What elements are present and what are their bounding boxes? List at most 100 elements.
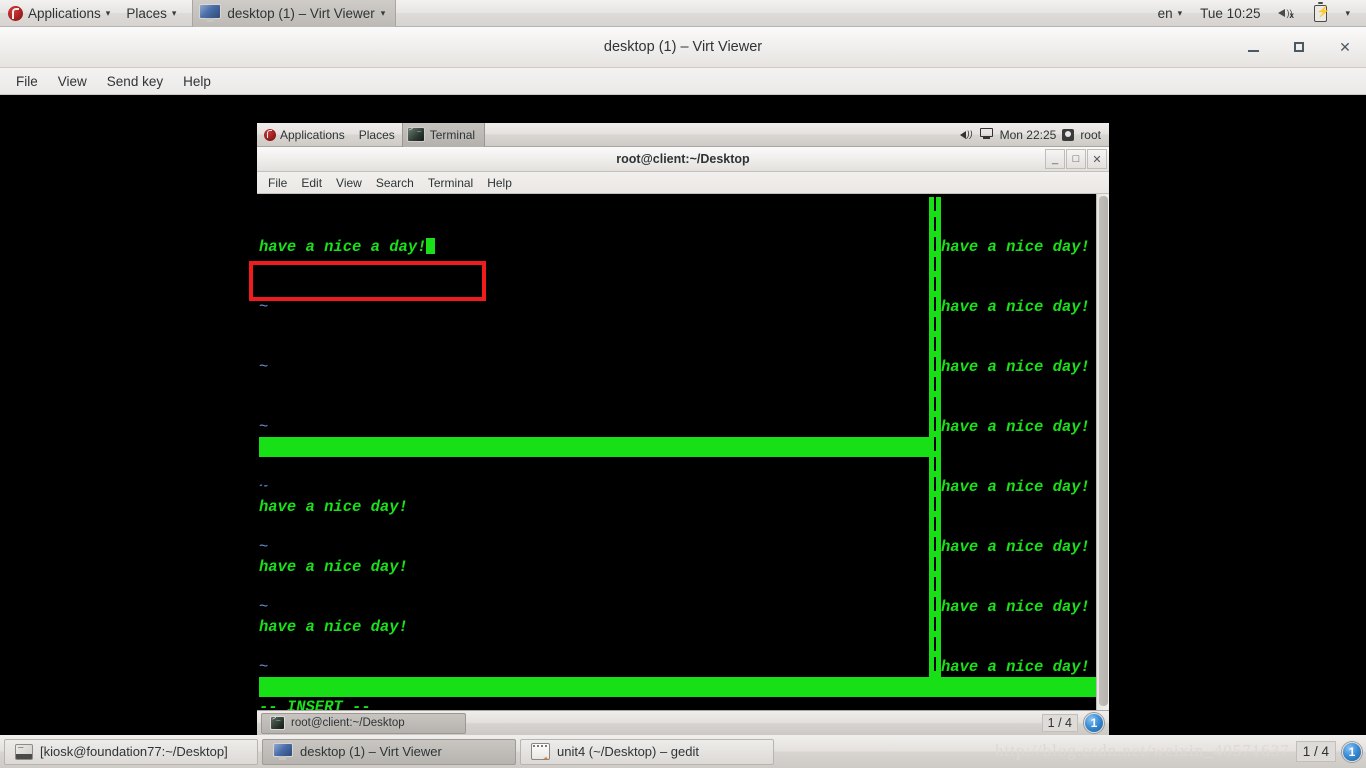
virt-viewer-guest-canvas[interactable]: Applications Places Terminal )) Mon 22:2… (0, 96, 1366, 735)
vim-tilde: ~ (259, 298, 269, 316)
guest-notification-badge[interactable]: 1 (1084, 713, 1104, 733)
volume-muted-button[interactable]: )) x (1270, 1, 1304, 26)
chevron-down-icon: ▾ (1177, 7, 1183, 18)
terminal-icon (406, 127, 425, 142)
vim-line: have a nice day! (941, 658, 1090, 676)
volume-muted-icon: )) x (1278, 6, 1296, 20)
terminal-scrollbar-thumb[interactable] (1099, 196, 1108, 706)
host-workspace-indicator[interactable]: 1 / 4 (1295, 741, 1336, 762)
guest-taskbar-right: 1 / 4 1 (1041, 713, 1109, 733)
guest-window-list-label: Terminal (429, 127, 476, 142)
vim-line: have a nice day! (941, 298, 1090, 316)
gedit-icon (531, 743, 550, 760)
guest-workspace-indicator[interactable]: 1 / 4 (1041, 714, 1078, 732)
terminal-menu-edit[interactable]: Edit (294, 175, 329, 191)
vim-tilde: ~ (259, 358, 269, 376)
clock[interactable]: Tue 10:25 (1192, 1, 1268, 26)
vim-insert-mode-indicator: -- INSERT -- (259, 698, 371, 710)
host-notification-badge[interactable]: 1 (1342, 741, 1362, 762)
terminal-menu-search[interactable]: Search (369, 175, 421, 191)
guest-close-button[interactable]: ✕ (1087, 149, 1107, 169)
terminal-menu-help[interactable]: Help (480, 175, 519, 191)
vim-status-position: 1,19 (499, 478, 537, 496)
host-taskbar-item-label: unit4 (~/Desktop) – gedit (557, 744, 699, 759)
guest-window-list-item-terminal[interactable]: Terminal (401, 122, 486, 147)
guest-taskbar-window-button[interactable]: root@client:~/Desktop (261, 712, 466, 734)
clock-label: Tue 10:25 (1200, 5, 1261, 21)
guest-maximize-button[interactable]: □ (1066, 149, 1086, 169)
guest-terminal-window-controls: _ □ ✕ (1045, 149, 1107, 169)
places-menu-label: Places (126, 5, 167, 21)
fedora-logo-icon (264, 128, 276, 141)
chevron-down-icon: ▾ (1345, 7, 1350, 18)
menu-view[interactable]: View (48, 72, 97, 91)
vim-statusline-file2: file2 1,19 All (259, 437, 929, 496)
virt-viewer-window: desktop (1) – Virt Viewer ✕ File View Se… (0, 27, 1366, 735)
guest-terminal-menubar: File Edit View Search Terminal Help (257, 172, 1109, 194)
vim-line: have a nice day! (941, 358, 1090, 376)
guest-minimize-button[interactable]: _ (1045, 149, 1065, 169)
battery-icon (1314, 1, 1330, 22)
terminal-menu-terminal[interactable]: Terminal (421, 175, 480, 191)
host-taskbar-item-label: desktop (1) – Virt Viewer (300, 744, 442, 759)
chevron-down-icon: ▾ (105, 7, 111, 18)
host-taskbar-right: 1 / 4 1 (1295, 735, 1362, 768)
guest-panel-status-area: )) Mon 22:25 root (959, 128, 1109, 142)
virt-viewer-titlebar[interactable]: desktop (1) – Virt Viewer ✕ (0, 27, 1366, 68)
host-taskbar-item-gedit[interactable]: unit4 (~/Desktop) – gedit (520, 738, 774, 765)
monitor-icon (199, 4, 222, 22)
system-menu-button[interactable]: ▾ (1337, 1, 1358, 26)
guest-user-label[interactable]: root (1080, 128, 1101, 142)
virt-viewer-menubar: File View Send key Help (0, 68, 1366, 95)
vim-statusline-file1-left: file1 8,14 Bot (259, 677, 929, 697)
guest-taskbar: root@client:~/Desktop 1 / 4 1 (257, 710, 1109, 735)
host-taskbar: [kiosk@foundation77:~/Desktop] desktop (… (0, 735, 1366, 768)
host-top-panel: Applications ▾ Places ▾ desktop (1) – Vi… (0, 0, 1366, 27)
vim-line: have a nice day! (941, 418, 1090, 436)
guest-desktop: Applications Places Terminal )) Mon 22:2… (257, 122, 1109, 735)
vim-line: have a nice a day! (259, 237, 679, 257)
vim-status-scroll: All (899, 478, 927, 496)
vim-status-filename: file2 (259, 478, 306, 496)
host-taskbar-item-label: [kiosk@foundation77:~/Desktop] (40, 744, 228, 759)
menu-send-key[interactable]: Send key (97, 72, 173, 91)
host-taskbar-item-virt-viewer[interactable]: desktop (1) – Virt Viewer (262, 738, 516, 765)
terminal-scrollbar[interactable] (1096, 194, 1109, 710)
menu-file[interactable]: File (6, 72, 48, 91)
battery-button[interactable] (1306, 1, 1335, 26)
terminal-icon (15, 743, 33, 760)
vim-editor[interactable]: have a nice a day! ~ ~ ~ ~ ~ ~ ~ ~ ~ ~ ~ (257, 194, 1096, 710)
guest-applications-menu[interactable]: Applications (257, 123, 352, 147)
places-menu[interactable]: Places ▾ (118, 1, 184, 26)
menu-help[interactable]: Help (173, 72, 221, 91)
minimize-button[interactable] (1240, 35, 1266, 59)
host-window-list-label: desktop (1) – Virt Viewer (227, 5, 375, 21)
keyboard-layout-indicator[interactable]: en ▾ (1150, 1, 1191, 26)
vim-cursor (426, 238, 436, 254)
guest-terminal-titlebar[interactable]: root@client:~/Desktop _ □ ✕ (257, 147, 1109, 172)
fedora-logo-icon (8, 5, 23, 21)
host-taskbar-item-kiosk-terminal[interactable]: [kiosk@foundation77:~/Desktop] (4, 738, 258, 765)
volume-icon[interactable]: )) (959, 129, 974, 141)
terminal-body[interactable]: have a nice a day! ~ ~ ~ ~ ~ ~ ~ ~ ~ ~ ~ (257, 194, 1109, 710)
guest-places-menu[interactable]: Places (352, 123, 402, 147)
vim-line: have a nice day! (941, 238, 1090, 256)
vim-vertical-separator (929, 197, 941, 682)
vim-line: have a nice day! (941, 538, 1090, 556)
applications-menu[interactable]: Applications ▾ (0, 1, 118, 26)
host-window-list-item[interactable]: desktop (1) – Virt Viewer ▾ (192, 0, 397, 27)
terminal-menu-file[interactable]: File (261, 175, 294, 191)
guest-terminal-window: root@client:~/Desktop _ □ ✕ File Edit Vi… (257, 147, 1109, 710)
network-icon[interactable] (979, 128, 994, 141)
vim-pane-right[interactable]: have a nice day! have a nice day! have a… (941, 197, 1109, 710)
guest-top-panel: Applications Places Terminal )) Mon 22:2… (257, 122, 1109, 147)
vim-statusline-file1-right: file1 8,14 All (929, 677, 1096, 697)
guest-clock-label[interactable]: Mon 22:25 (1000, 128, 1057, 142)
guest-taskbar-window-label: root@client:~/Desktop (291, 717, 405, 729)
host-panel-status-area: en ▾ Tue 10:25 ))x ▾ (1150, 1, 1366, 26)
maximize-button[interactable] (1286, 35, 1312, 59)
keyboard-layout-label: en (1157, 5, 1173, 21)
close-button[interactable]: ✕ (1332, 35, 1358, 59)
terminal-menu-view[interactable]: View (329, 175, 369, 191)
vim-line-text: have a nice a day! (259, 238, 427, 256)
